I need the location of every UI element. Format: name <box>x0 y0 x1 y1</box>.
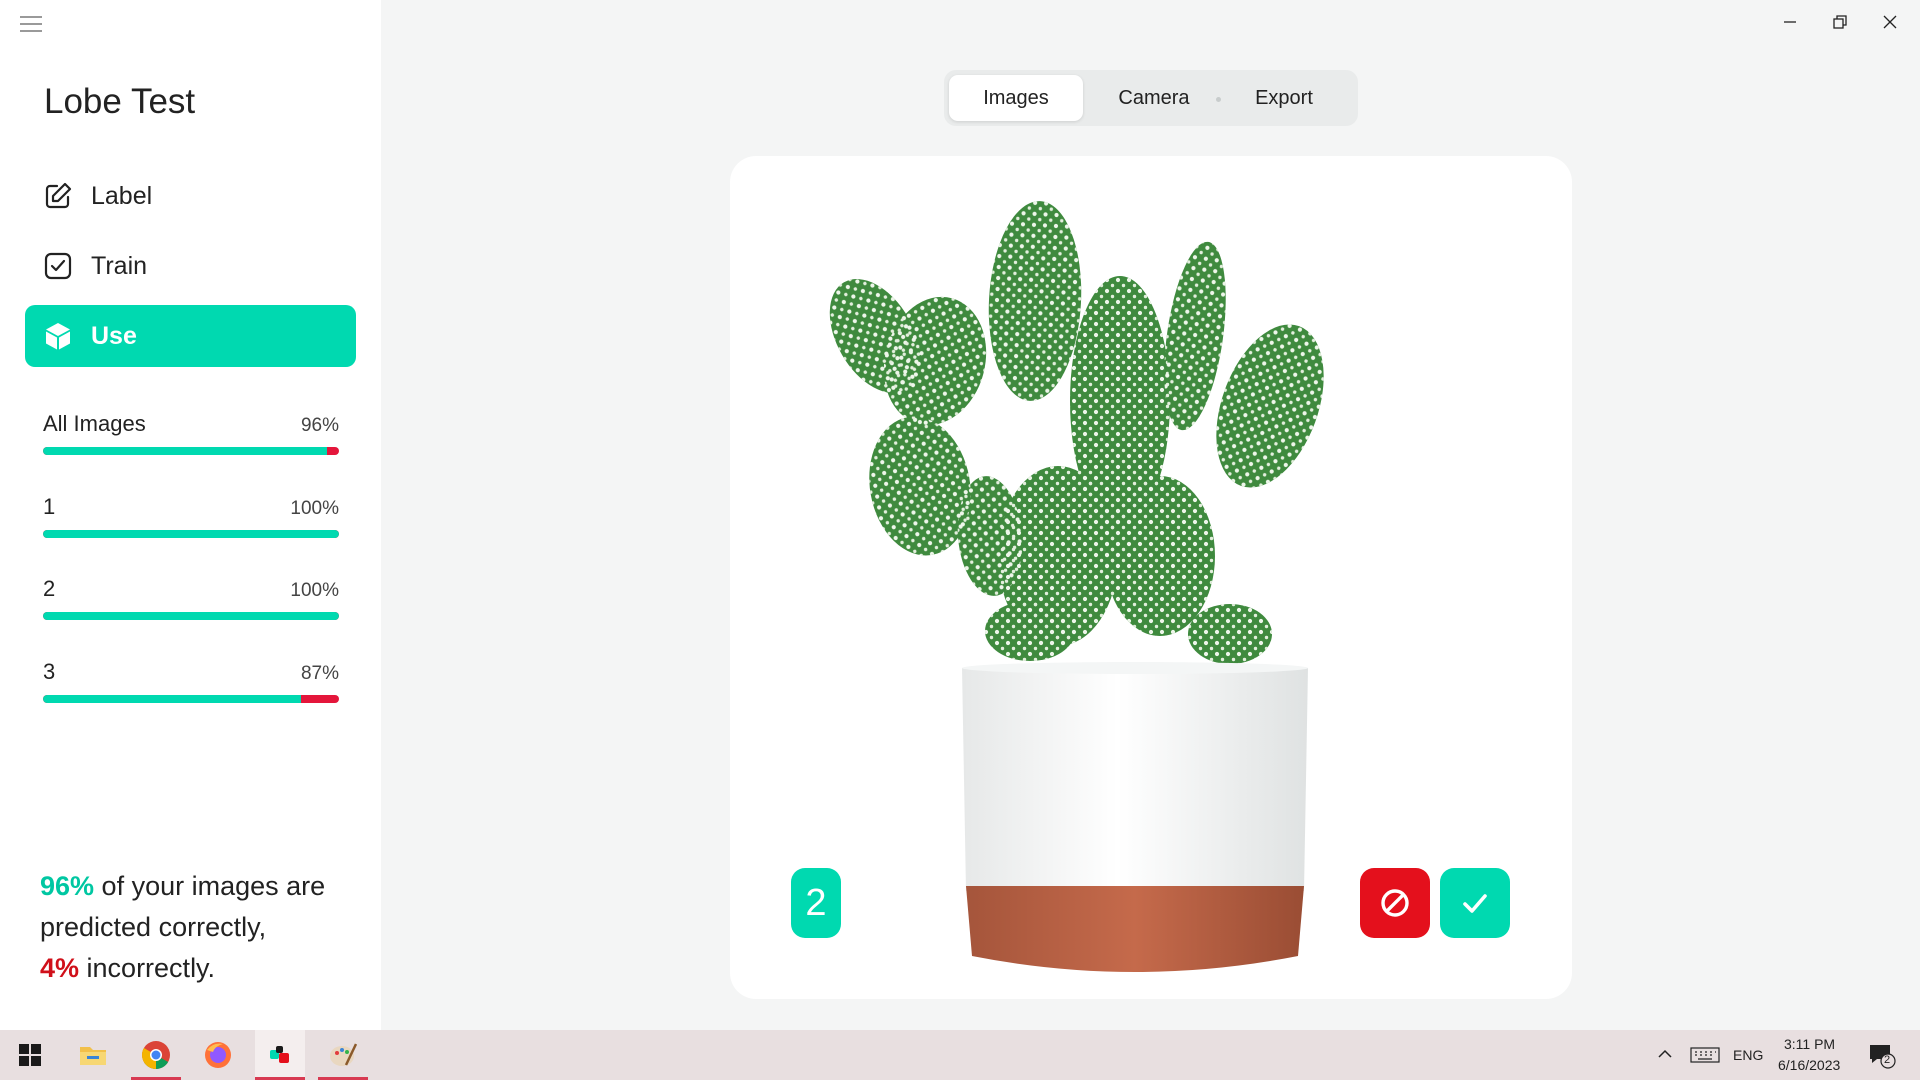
close-button[interactable] <box>1870 8 1910 36</box>
confirm-prediction-button[interactable] <box>1440 868 1510 938</box>
restore-icon <box>1833 15 1847 29</box>
lobe-icon[interactable] <box>255 1030 305 1080</box>
accuracy-summary: 96% of your images are predicted correct… <box>40 866 360 989</box>
image-card: 2 <box>730 156 1572 999</box>
clock-time[interactable]: 3:11 PM <box>1784 1036 1835 1052</box>
stat-all-images[interactable]: All Images 96% <box>43 411 339 455</box>
check-square-icon <box>43 251 73 281</box>
tab-camera[interactable]: Camera <box>1104 75 1204 121</box>
tab-export[interactable]: Export <box>1234 75 1334 121</box>
sidebar: Lobe Test Label Train Use All Images 96%… <box>0 0 381 1030</box>
firefox-icon[interactable] <box>193 1030 243 1080</box>
close-icon <box>1883 15 1897 29</box>
summary-text: of your images are <box>94 871 326 901</box>
reject-prediction-button[interactable] <box>1360 868 1430 938</box>
notification-count: 2 <box>1884 1054 1891 1066</box>
stat-label-3[interactable]: 3 87% <box>43 659 339 703</box>
stat-percent: 96% <box>300 415 339 436</box>
nav-label: Train <box>91 251 148 280</box>
cube-icon <box>43 321 73 351</box>
summary-text: predicted correctly, <box>40 912 267 942</box>
windows-start-icon[interactable] <box>5 1030 55 1080</box>
pencil-square-icon <box>43 181 73 211</box>
chevron-up-icon[interactable] <box>1657 1047 1673 1065</box>
minimize-button[interactable] <box>1770 8 1810 36</box>
stat-label: 1 <box>43 494 56 519</box>
prohibit-icon <box>1381 889 1409 917</box>
predicted-label-badge[interactable]: 2 <box>791 868 841 938</box>
nav-item-train[interactable]: Train <box>25 235 356 297</box>
keyboard-icon[interactable] <box>1690 1047 1720 1068</box>
nav-label: Use <box>91 321 137 350</box>
minimize-icon <box>1784 21 1796 23</box>
stat-label-2[interactable]: 2 100% <box>43 576 339 620</box>
clock-date[interactable]: 6/16/2023 <box>1778 1057 1840 1073</box>
accuracy-bar <box>43 530 339 538</box>
file-explorer-icon[interactable] <box>68 1030 118 1080</box>
project-title: Lobe Test <box>44 82 196 121</box>
stat-label: 2 <box>43 576 56 601</box>
restore-button[interactable] <box>1820 8 1860 36</box>
stat-label: All Images <box>43 411 146 436</box>
hamburger-menu-icon[interactable] <box>20 16 42 34</box>
stat-label: 3 <box>43 659 56 684</box>
accuracy-bar <box>43 447 339 455</box>
nav-item-label[interactable]: Label <box>25 165 356 227</box>
nav-label: Label <box>91 181 153 210</box>
language-indicator[interactable]: ENG <box>1733 1047 1763 1063</box>
nav-item-use[interactable]: Use <box>25 305 356 367</box>
windows-taskbar: ENG 3:11 PM 6/16/2023 2 <box>0 1030 1920 1080</box>
stat-percent: 87% <box>300 663 339 684</box>
chrome-icon[interactable] <box>131 1030 181 1080</box>
accuracy-bar <box>43 695 339 703</box>
summary-text: incorrectly. <box>79 953 216 983</box>
paint-icon[interactable] <box>318 1030 368 1080</box>
notification-icon[interactable]: 2 <box>1868 1043 1896 1074</box>
incorrect-percent: 4% <box>40 953 80 983</box>
stat-label-1[interactable]: 1 100% <box>43 494 339 538</box>
stat-percent: 100% <box>290 580 339 601</box>
checkmark-icon <box>1463 894 1487 913</box>
accuracy-bar <box>43 612 339 620</box>
tab-separator-dot <box>1216 97 1221 102</box>
correct-percent: 96% <box>40 871 95 901</box>
tab-images[interactable]: Images <box>949 75 1083 121</box>
stat-percent: 100% <box>290 498 339 519</box>
mode-tabs: Images Camera Export <box>944 70 1358 126</box>
